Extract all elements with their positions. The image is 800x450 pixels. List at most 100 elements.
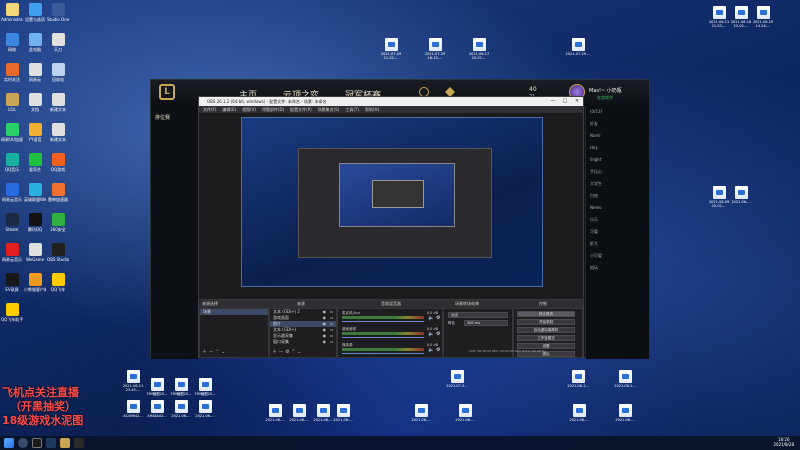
remove-icon[interactable]: － — [209, 349, 214, 355]
duration-input[interactable]: 300 ms — [464, 320, 508, 326]
desktop-icon[interactable]: 新建文本 — [47, 123, 69, 142]
taskbar-explorer-icon[interactable] — [46, 438, 56, 448]
desktop-file-icon[interactable]: 2021-06-17 20-07-... — [466, 38, 492, 60]
source-item[interactable]: 窗口采集 ◉ ▫ — [270, 339, 336, 345]
social-row[interactable]: 白给 — [586, 190, 649, 202]
desktop-icon[interactable]: 网易UU加速器 — [1, 123, 23, 142]
volume-slider[interactable] — [342, 337, 424, 338]
speaker-icon[interactable]: 🔈 — [428, 347, 434, 353]
social-row[interactable]: 手比心 — [586, 166, 649, 178]
desktop-file-icon[interactable]: 2021-06-... — [192, 400, 218, 418]
volume-slider[interactable] — [342, 353, 424, 354]
desktop-icon[interactable]: 设置与选项 — [24, 3, 46, 22]
search-icon[interactable] — [18, 438, 28, 448]
remove-icon[interactable]: － — [279, 349, 284, 355]
desktop-file-icon[interactable]: 2021-06-1... — [565, 370, 591, 388]
social-row[interactable]: 大学生 — [586, 178, 649, 190]
desktop-icon[interactable]: 腾讯QQ — [24, 213, 46, 232]
desktop-icon[interactable]: Steam — [1, 213, 23, 232]
desktop-file-icon[interactable]: 2021-06-... — [168, 400, 194, 418]
social-row[interactable]: 陪玩 — [586, 262, 649, 274]
desktop-icon[interactable]: YY语音 — [24, 123, 46, 142]
desktop-icon[interactable]: LOL — [1, 93, 23, 112]
desktop-icon[interactable]: 网易云音乐 — [1, 243, 23, 262]
social-row[interactable]: 乐乐 — [586, 214, 649, 226]
desktop-file-icon[interactable]: 2021-07-3... — [444, 370, 470, 388]
desktop-icon[interactable]: 爱奇艺 — [24, 153, 46, 172]
desktop-icon[interactable]: 回收站 — [47, 63, 69, 82]
desktop-icon[interactable]: 小熊猫客户端 — [24, 273, 46, 292]
windows-start-icon[interactable] — [4, 438, 14, 448]
lock-icon[interactable]: ▫ — [330, 339, 333, 345]
desktop-icon[interactable]: 网易云 — [24, 63, 46, 82]
add-icon[interactable]: ＋ — [202, 349, 207, 355]
menu-item[interactable]: 编辑(E) — [222, 107, 236, 112]
social-row[interactable]: (0/13) — [586, 106, 649, 118]
desktop-file-icon[interactable]: 2021-06-... — [286, 404, 312, 422]
desktop-icon[interactable]: 新建文本 — [47, 93, 69, 112]
gear-icon[interactable]: ⚙ — [436, 331, 440, 337]
visibility-icon[interactable]: ◉ — [323, 339, 327, 345]
control-button[interactable]: 开始录制 — [517, 319, 575, 325]
taskbar-clock[interactable]: 18:26 2021/8/28 — [773, 437, 794, 447]
desktop-icon[interactable]: 天刀 — [47, 33, 69, 52]
menu-item[interactable]: 视图(V) — [242, 107, 256, 112]
social-row[interactable]: 可爱 — [586, 226, 649, 238]
chevron-up-icon[interactable]: ⌃ — [215, 349, 219, 355]
social-row[interactable]: 好友 — [586, 118, 649, 130]
control-button[interactable]: 停止推流 — [517, 311, 575, 317]
menu-item[interactable]: 文件(F) — [203, 107, 216, 112]
desktop-file-icon[interactable]: A948A02... — [144, 400, 170, 418]
gear-icon[interactable]: ⚙ — [436, 347, 440, 353]
minimize-button[interactable]: — — [547, 97, 559, 106]
social-row[interactable]: Hey — [586, 142, 649, 154]
menu-item[interactable]: 配置文件(P) — [290, 107, 312, 112]
social-row[interactable]: 虾大 — [586, 238, 649, 250]
desktop-file-icon[interactable]: 2021-06-... — [262, 404, 288, 422]
gear-icon[interactable]: ⚙ — [285, 349, 289, 355]
desktop-icon[interactable]: QQ飞车 — [47, 273, 69, 292]
desktop-icon[interactable]: 此电脑 — [24, 33, 46, 52]
desktop-file-icon[interactable]: 2021-06-... — [566, 404, 592, 422]
desktop-file-icon[interactable]: 2021-06-... — [408, 404, 434, 422]
chevron-up-icon[interactable]: ⌃ — [291, 349, 295, 355]
desktop-icon[interactable]: QQ飞车助手 — [1, 303, 23, 322]
menu-item[interactable]: 工具(T) — [345, 107, 359, 112]
desktop-icon[interactable]: 实时关注 — [1, 63, 23, 82]
desktop-file-icon[interactable]: 2021-07-29 ... — [565, 38, 591, 56]
desktop-icon[interactable]: 文档 — [24, 93, 46, 112]
desktop-icon[interactable]: 雷神加速器 — [47, 183, 69, 202]
desktop-icon[interactable]: Administra... — [1, 3, 23, 22]
add-icon[interactable]: ＋ — [272, 349, 277, 355]
desktop-icon[interactable]: QQ游戏 — [47, 153, 69, 172]
desktop-file-icon[interactable]: 2021-06-15 14-24-... — [750, 6, 776, 28]
obs-preview-canvas[interactable] — [241, 117, 543, 287]
taskbar-lol-icon[interactable] — [60, 438, 70, 448]
desktop-icon[interactable]: EV录屏 — [1, 273, 23, 292]
menu-item[interactable]: 帮助(H) — [365, 107, 379, 112]
scene-item[interactable]: 场景 — [200, 309, 268, 315]
social-row[interactable]: Nami — [586, 130, 649, 142]
control-button[interactable]: 工作室模式 — [517, 335, 575, 341]
desktop-file-icon[interactable]: 2021-06-... — [728, 186, 754, 204]
desktop-icon[interactable]: 网络 — [1, 33, 23, 52]
taskbar-app-icon[interactable] — [74, 438, 84, 448]
speaker-icon[interactable]: 🔈 — [428, 315, 434, 321]
desktop-file-icon[interactable]: 2021-07-29 16-15-... — [422, 38, 448, 60]
desktop-file-icon[interactable]: TIM截图20... — [168, 378, 194, 396]
transition-select[interactable]: 淡出 — [448, 312, 508, 318]
desktop-file-icon[interactable]: 2021-06-1... — [612, 370, 638, 388]
chevron-down-icon[interactable]: ⌄ — [221, 349, 225, 355]
desktop-file-icon[interactable]: 2021-06-... — [330, 404, 356, 422]
desktop-icon[interactable]: 360安全 — [47, 213, 69, 232]
social-row[interactable]: Slight — [586, 154, 649, 166]
social-row[interactable]: Nemo — [586, 202, 649, 214]
volume-slider[interactable] — [342, 321, 424, 322]
desktop-icon[interactable]: 英雄联盟WeGame — [24, 183, 46, 202]
desktop-icon[interactable]: OBS Studio — [47, 243, 69, 262]
gear-icon[interactable]: ⚙ — [436, 315, 440, 321]
desktop-file-icon[interactable]: 2021-06-11 23-45-... — [120, 370, 146, 392]
close-button[interactable]: × — [571, 97, 583, 106]
desktop-icon[interactable]: Studio One — [47, 3, 69, 22]
desktop-icon[interactable]: WeGame — [24, 243, 46, 262]
